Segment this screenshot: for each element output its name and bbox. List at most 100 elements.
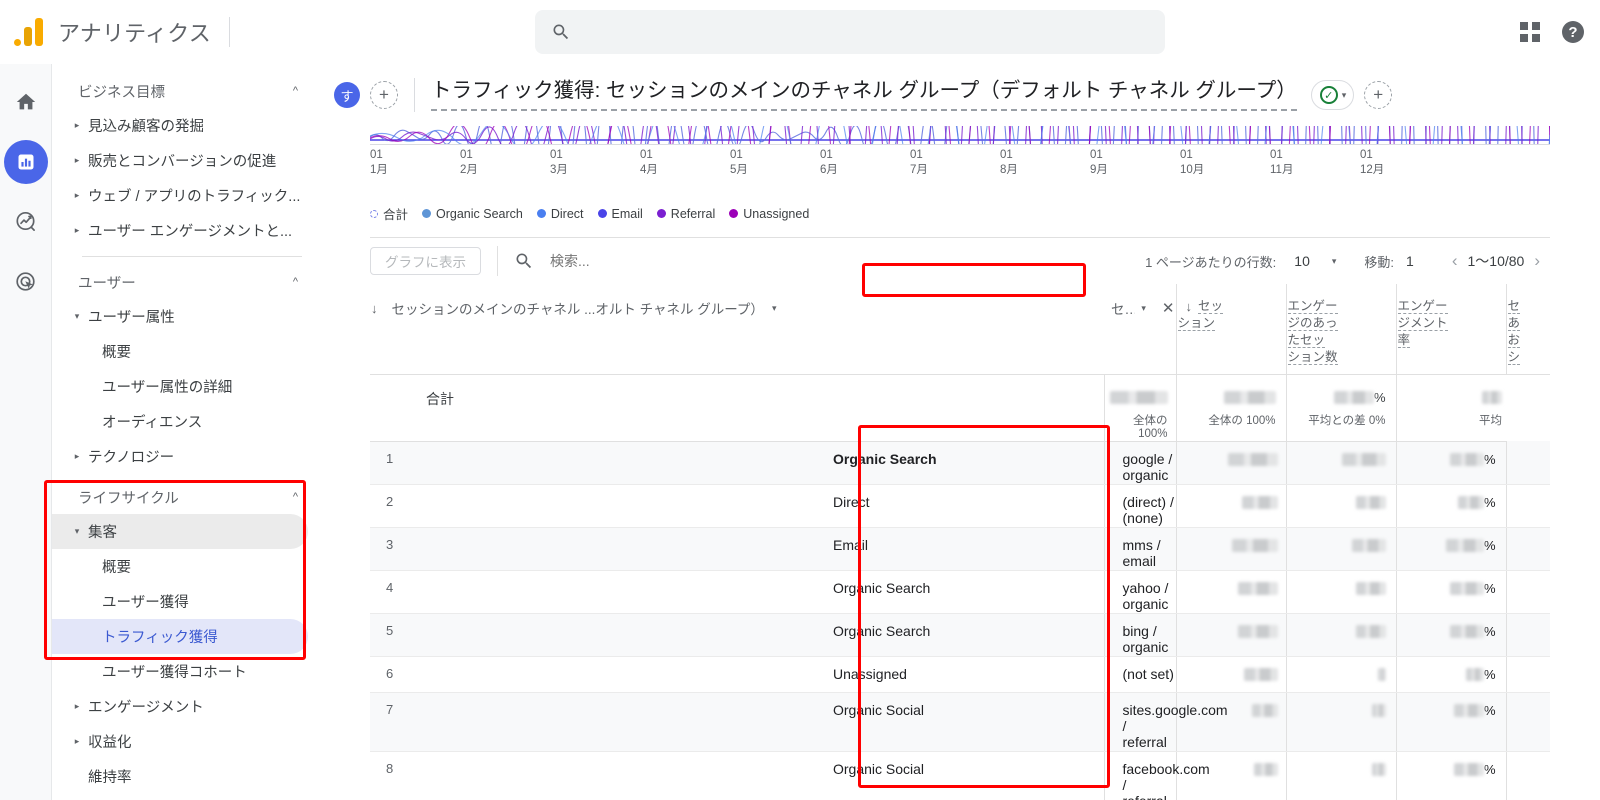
goto-label: 移動: — [1364, 254, 1395, 270]
metric-header-line: 率 — [1397, 333, 1411, 348]
legend-item-direct[interactable]: Direct — [536, 207, 584, 221]
redacted-value — [1482, 391, 1502, 405]
sidebar-item-user-acquisition[interactable]: ユーザー獲得 — [52, 584, 308, 619]
row-source-medium: google / organic — [1103, 441, 1176, 485]
legend-item-unassigned[interactable]: Unassigned — [729, 207, 809, 221]
redacted-value — [1109, 391, 1168, 405]
dimension-header-label: セッションのメインのチャネル ...オルト チャネル グループ） — [391, 302, 764, 317]
caret-icon: ▸ — [74, 701, 80, 711]
sidebar-item-engagement[interactable]: ▸ エンゲージメント — [52, 689, 308, 724]
redacted-value — [1355, 625, 1386, 639]
sidebar-item-acquisition[interactable]: ▾ 集客 — [52, 514, 308, 549]
legend-item-total[interactable]: 合計 — [370, 204, 408, 223]
metric-header-line: ション — [1177, 316, 1216, 331]
table-row[interactable]: 6 Unassigned (not set) % — [370, 656, 1550, 693]
table-row[interactable]: 1 Organic Search google / organic % — [370, 441, 1550, 485]
global-search[interactable] — [535, 10, 1165, 54]
sidebar-item-user-attributes[interactable]: ▾ ユーザー属性 — [52, 299, 308, 334]
table-search[interactable] — [514, 251, 1145, 271]
table-row[interactable]: 5 Organic Search bing / organic % — [370, 613, 1550, 657]
rail-item-explore[interactable] — [4, 200, 48, 244]
chevron-down-icon[interactable]: ▾ — [1342, 90, 1347, 101]
arrow-down-icon[interactable]: ↓ — [1178, 298, 1193, 315]
row-channel: Organic Search — [832, 441, 1104, 485]
sidebar-section-title: ライフサイクル — [78, 490, 179, 507]
legend-item-referral[interactable]: Referral — [656, 206, 716, 221]
table-row[interactable]: 8 Organic Social facebook.com / referral… — [370, 751, 1550, 800]
redacted-value — [1351, 539, 1386, 553]
caret-icon: ▸ — [74, 451, 80, 461]
chevron-down-icon[interactable]: ▾ — [1332, 256, 1337, 267]
metric-header-line: セ — [1507, 299, 1521, 314]
arrow-down-icon[interactable]: ↓ — [371, 301, 378, 316]
table-row[interactable]: 4 Organic Search yahoo / organic % — [370, 570, 1550, 614]
caret-icon: ▸ — [74, 190, 80, 200]
x-tick: 01 8月 — [1000, 149, 1018, 176]
sidebar-divider — [82, 256, 302, 257]
sidebar-item-retention[interactable]: 維持率 — [52, 759, 308, 794]
sidebar-section-lifecycle[interactable]: ライフサイクル ^ — [52, 480, 320, 514]
close-icon[interactable]: ✕ — [1162, 299, 1175, 317]
metric-header-line: お — [1507, 333, 1521, 348]
metric-header-sessions[interactable]: ↓ セッ ション — [1175, 284, 1286, 375]
chevron-down-icon[interactable]: ▾ — [1141, 303, 1146, 314]
metric-header-engaged-sessions[interactable]: エンゲー ジのあっ たセッ ション数 — [1285, 284, 1396, 375]
sidebar-item-user-engagement[interactable]: ▸ ユーザー エンゲージメントと... — [52, 213, 308, 248]
metric-header-truncated[interactable]: セ あ お シ — [1505, 284, 1550, 375]
sidebar-section-business-goals[interactable]: ビジネス目標 ^ — [52, 74, 320, 108]
legend-label: Organic Search — [436, 206, 523, 221]
summary-metric-sessions: 全体の 100% — [1103, 374, 1176, 442]
metric-header-line: ジメント — [1397, 316, 1448, 331]
table-row[interactable]: 3 Email mms / email % — [370, 527, 1550, 571]
apps-grid-icon[interactable] — [1520, 22, 1540, 42]
row-channel: Direct — [832, 484, 1104, 528]
sidebar-item-overview-users[interactable]: 概要 — [52, 334, 308, 369]
add-comparison-button[interactable]: + — [370, 81, 398, 109]
chevron-up-icon[interactable]: ^ — [293, 276, 298, 288]
sidebar-item-lead-generation[interactable]: ▸ 見込み顧客の発掘 — [52, 108, 308, 143]
chevron-left-icon[interactable]: ‹ — [1442, 251, 1468, 271]
goto-value[interactable]: 1 — [1406, 253, 1414, 269]
x-tick: 01 3月 — [550, 149, 568, 176]
global-search-input[interactable] — [585, 22, 1145, 42]
dimension-header-channel-group[interactable]: ↓ セッションのメインのチャネル ...オルト チャネル グループ） ▾ — [370, 284, 1104, 375]
row-channel: Organic Social — [832, 692, 1104, 752]
metric-header-engagement-rate[interactable]: エンゲー ジメント 率 — [1395, 284, 1506, 375]
legend-label: Referral — [670, 206, 716, 221]
avatar[interactable]: す — [334, 82, 360, 108]
legend-item-email[interactable]: Email — [597, 207, 643, 221]
brand-divider — [228, 16, 230, 47]
add-insight-button[interactable]: + — [1364, 81, 1393, 109]
chevron-down-icon[interactable]: ▾ — [772, 303, 777, 314]
sidebar-section-users[interactable]: ユーザー ^ — [52, 265, 320, 299]
icon-rail — [0, 64, 52, 800]
help-icon[interactable]: ? — [1562, 21, 1584, 43]
sidebar-item-audience[interactable]: オーディエンス — [52, 404, 308, 439]
rail-item-advertising[interactable] — [4, 260, 48, 304]
sidebar-item-monetization[interactable]: ▸ 収益化 — [52, 724, 308, 759]
rail-item-reports[interactable] — [3, 140, 48, 184]
sidebar-item-user-acquisition-cohort[interactable]: ユーザー獲得コホート — [52, 654, 308, 689]
chevron-right-icon[interactable]: › — [1524, 251, 1550, 271]
table-row[interactable]: 2 Direct (direct) / (none) % — [370, 484, 1550, 528]
chevron-up-icon[interactable]: ^ — [293, 491, 298, 503]
redacted-value — [1223, 391, 1276, 405]
status-badge[interactable]: ✓ ▾ — [1310, 80, 1355, 110]
brand-area[interactable]: アナリティクス — [0, 16, 230, 48]
rail-item-home[interactable] — [4, 80, 48, 124]
legend-item-organic-search[interactable]: Organic Search — [422, 207, 523, 221]
rows-per-page-value[interactable]: 10 — [1294, 253, 1310, 269]
table-search-input[interactable] — [548, 252, 848, 270]
dimension-header-source-medium[interactable]: セッションの参照元 / メディア ▾ ✕ — [1104, 284, 1176, 375]
sidebar-item-sales-conversion[interactable]: ▸ 販売とコンバージョンの促進 — [52, 143, 308, 178]
show-in-graph-button[interactable]: グラフに表示 — [370, 247, 481, 275]
sidebar-item-traffic-acquisition[interactable]: トラフィック獲得 — [52, 619, 308, 654]
sidebar-item-technology[interactable]: ▸ テクノロジー — [52, 439, 308, 474]
sidebar-item-acquisition-overview[interactable]: 概要 — [52, 549, 308, 584]
sidebar-item-user-attribute-detail[interactable]: ユーザー属性の詳細 — [52, 369, 308, 404]
redacted-value — [1371, 704, 1386, 718]
chevron-up-icon[interactable]: ^ — [293, 85, 298, 97]
table-row[interactable]: 7 Organic Social sites.google.com / refe… — [370, 692, 1550, 752]
row-index: 6 — [370, 656, 832, 693]
sidebar-item-web-app-traffic[interactable]: ▸ ウェブ / アプリのトラフィック... — [52, 178, 308, 213]
